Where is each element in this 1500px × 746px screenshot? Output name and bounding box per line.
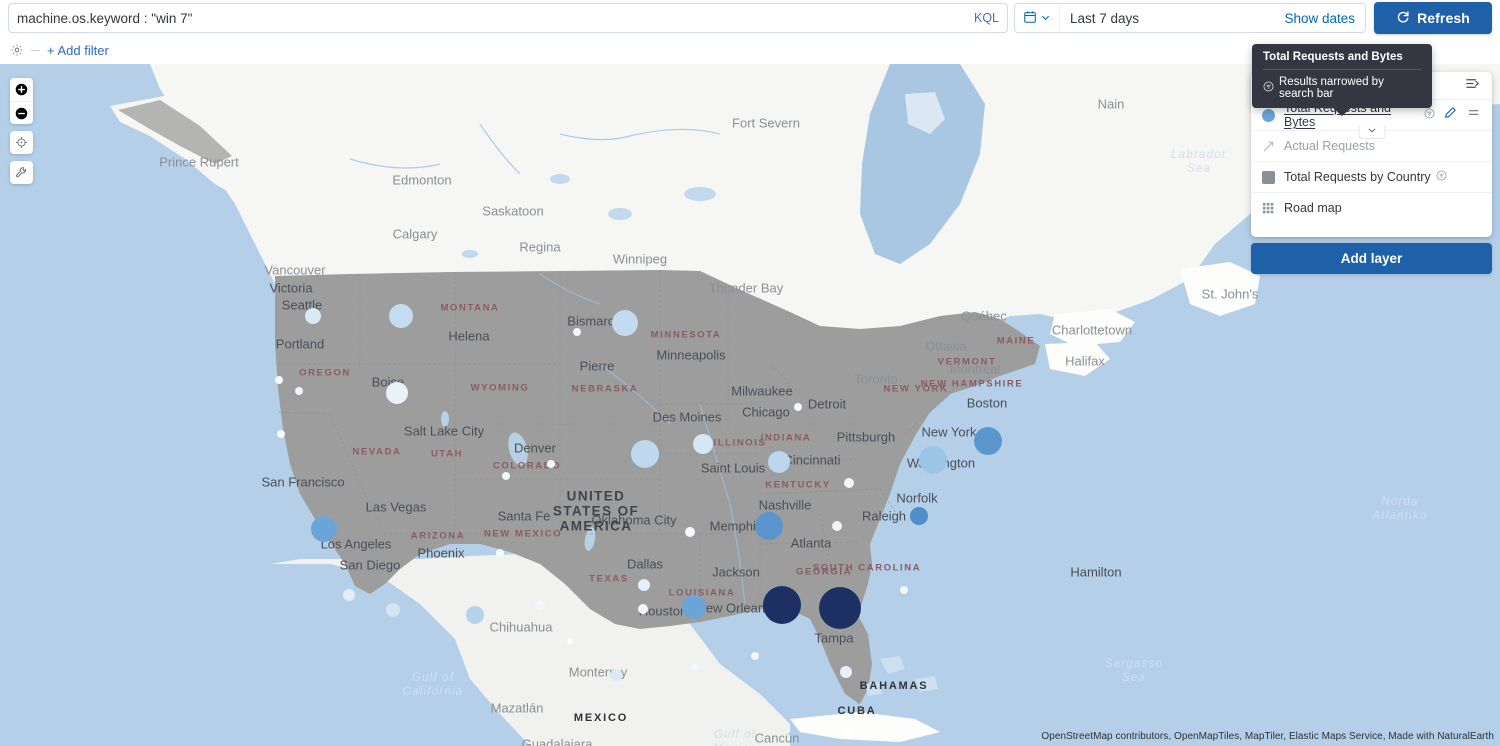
map-data-point[interactable]: [612, 310, 638, 336]
refresh-icon: [1396, 10, 1410, 27]
map-data-point[interactable]: [295, 387, 303, 395]
calendar-icon: [1023, 10, 1037, 27]
map-data-point[interactable]: [343, 589, 355, 601]
date-picker[interactable]: Last 7 days Show dates: [1014, 3, 1366, 33]
refresh-button[interactable]: Refresh: [1374, 2, 1492, 34]
tooltip-message: Results narrowed by search bar: [1279, 76, 1421, 100]
add-layer-button[interactable]: Add layer: [1251, 243, 1492, 274]
map-data-point[interactable]: [755, 512, 783, 540]
map-data-point[interactable]: [919, 446, 947, 474]
map-data-point[interactable]: [311, 516, 337, 542]
map-data-point[interactable]: [685, 527, 695, 537]
map-controls: [10, 78, 33, 191]
map-data-point[interactable]: [631, 440, 659, 468]
fit-to-data-button[interactable]: [10, 131, 33, 154]
layer-actions: [1444, 106, 1480, 124]
map-data-point[interactable]: [502, 472, 510, 480]
add-filter-button[interactable]: + Add filter: [47, 43, 109, 58]
map-data-point[interactable]: [763, 586, 801, 624]
fit-control-group: [10, 131, 33, 154]
layer-list-item[interactable]: Total Requests by Country: [1251, 161, 1492, 192]
refresh-label: Refresh: [1417, 10, 1470, 26]
map-data-point[interactable]: [610, 669, 622, 681]
map-data-point[interactable]: [843, 728, 853, 738]
layer-label: Total Requests by Country: [1284, 170, 1480, 184]
filter-indicator-icon: [1436, 170, 1447, 184]
search-input-value: machine.os.keyword : "win 7": [17, 11, 966, 26]
map-data-point[interactable]: [910, 507, 928, 525]
query-toolbar: machine.os.keyword : "win 7" KQL: [0, 0, 1500, 36]
map-data-point[interactable]: [751, 652, 759, 660]
map-data-point[interactable]: [277, 430, 285, 438]
search-input[interactable]: machine.os.keyword : "win 7" KQL: [8, 3, 1008, 33]
map-data-point[interactable]: [535, 600, 545, 610]
filter-indicator-icon: [1263, 81, 1274, 95]
zoom-control-group: [10, 78, 33, 124]
square-swatch-icon: [1262, 171, 1275, 184]
filter-indicator-icon: [1424, 108, 1435, 122]
pencil-edit-icon[interactable]: [1444, 106, 1457, 124]
collapse-panel-icon[interactable]: [1465, 76, 1480, 96]
map-data-point[interactable]: [466, 606, 484, 624]
tooltip-arrow: [1333, 108, 1351, 116]
map-data-point[interactable]: [567, 638, 573, 644]
map-data-point[interactable]: [389, 304, 413, 328]
layers-list: Total Requests and BytesActual RequestsT…: [1251, 99, 1492, 223]
fit-to-data-icon: [15, 136, 28, 149]
query-language-button[interactable]: KQL: [966, 11, 999, 25]
map-data-point[interactable]: [275, 376, 283, 384]
tools-control-group: [10, 161, 33, 184]
minus-circle-icon: [15, 107, 28, 120]
layer-list-item[interactable]: Road map: [1251, 192, 1492, 223]
layer-label: Road map: [1284, 201, 1480, 215]
tooltip-message-row: Results narrowed by search bar: [1263, 70, 1421, 100]
map-data-point[interactable]: [768, 451, 790, 473]
wrench-tools-icon: [15, 166, 28, 179]
circle-swatch-icon: [1262, 109, 1275, 122]
map-data-point[interactable]: [974, 427, 1002, 455]
map-data-point[interactable]: [573, 328, 581, 336]
map-data-point[interactable]: [547, 460, 555, 468]
map-data-point[interactable]: [819, 587, 861, 629]
map-data-point[interactable]: [832, 521, 842, 531]
expand-layer-button[interactable]: [1358, 125, 1385, 139]
show-dates-button[interactable]: Show dates: [1274, 11, 1365, 26]
date-range-value[interactable]: Last 7 days: [1060, 11, 1274, 26]
kibana-maps-app: machine.os.keyword : "win 7" KQL: [0, 0, 1500, 746]
layers-panel-footer-spacer: [1251, 223, 1492, 237]
line-trend-icon: [1262, 140, 1275, 153]
layer-label: Actual Requests: [1284, 139, 1480, 153]
map-data-point[interactable]: [794, 403, 802, 411]
grid-tiles-icon: [1262, 202, 1275, 215]
gear-icon[interactable]: [10, 43, 24, 57]
map-data-point[interactable]: [305, 308, 321, 324]
map-data-point[interactable]: [638, 604, 648, 614]
map-data-point[interactable]: [386, 382, 408, 404]
map-attribution[interactable]: OpenStreetMap contributors, OpenMapTiles…: [1041, 731, 1494, 742]
map-data-point[interactable]: [900, 586, 908, 594]
zoom-in-button[interactable]: [10, 78, 33, 101]
chevron-down-icon: [1040, 11, 1051, 26]
map-data-point[interactable]: [840, 666, 852, 678]
plus-circle-icon: [15, 83, 28, 96]
date-quick-select-button[interactable]: [1015, 4, 1060, 32]
map-data-point[interactable]: [691, 663, 699, 671]
map-data-point[interactable]: [638, 579, 650, 591]
map-data-point[interactable]: [496, 549, 504, 557]
map-tools-button[interactable]: [10, 161, 33, 184]
filter-divider: [31, 50, 40, 51]
zoom-out-button[interactable]: [10, 101, 33, 124]
map-data-point[interactable]: [693, 434, 713, 454]
map-data-point[interactable]: [682, 595, 706, 619]
layer-tooltip: Total Requests and Bytes Results narrowe…: [1252, 44, 1432, 108]
drag-handle-icon[interactable]: [1467, 106, 1480, 124]
tooltip-title: Total Requests and Bytes: [1263, 51, 1421, 70]
map-data-point[interactable]: [386, 603, 400, 617]
map-data-point[interactable]: [844, 478, 854, 488]
